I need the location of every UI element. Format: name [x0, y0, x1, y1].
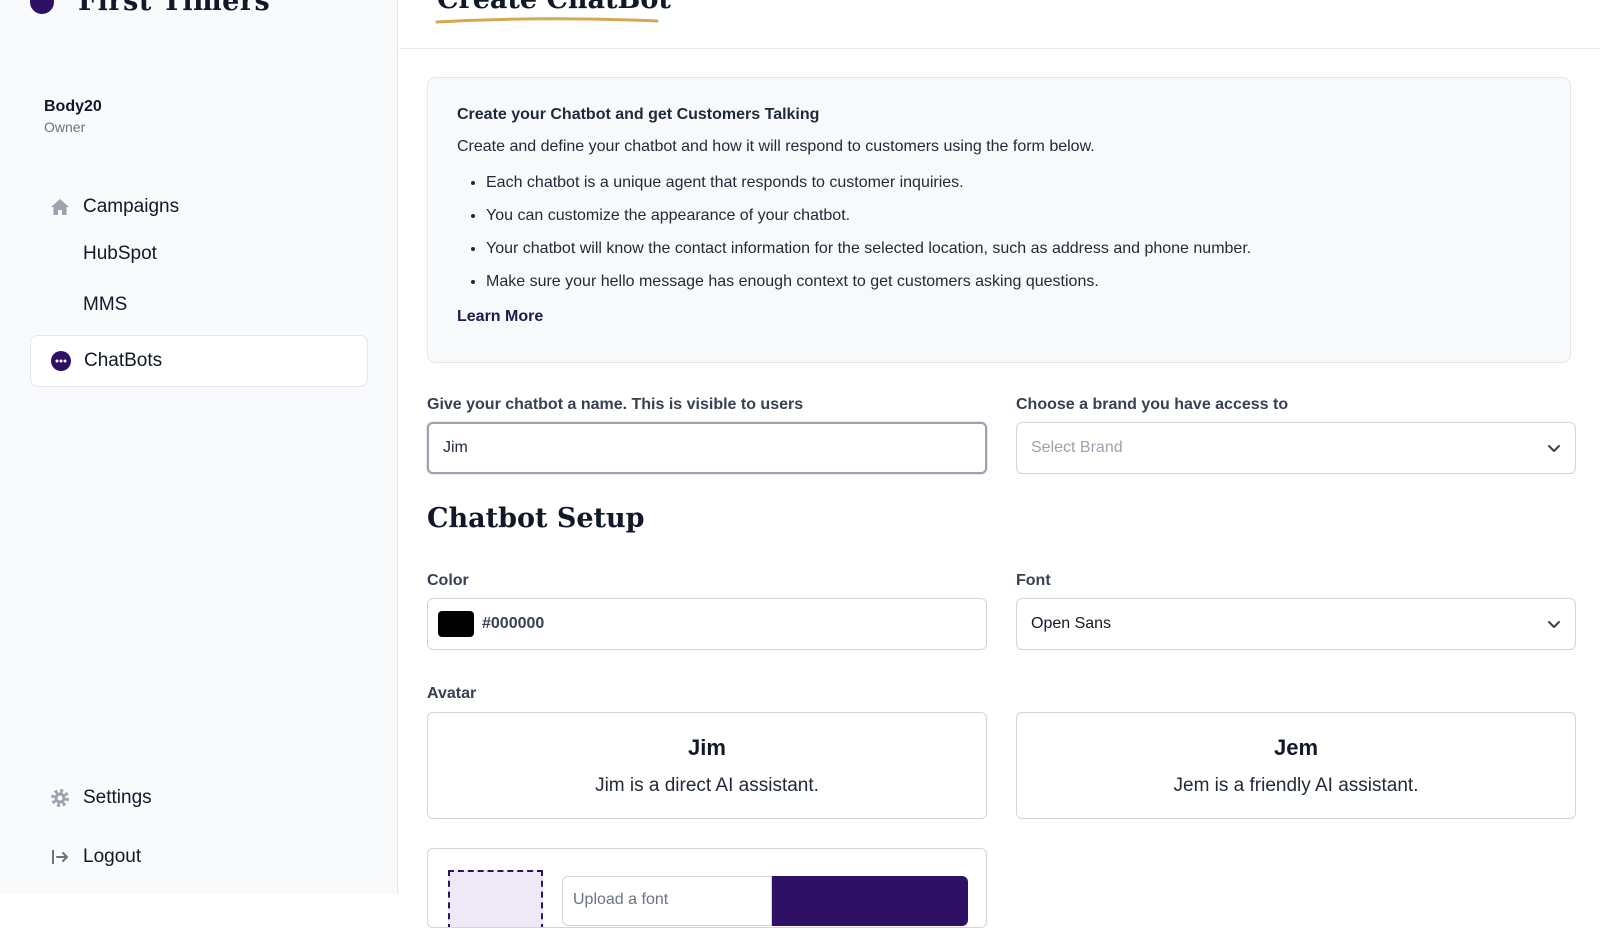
gear-icon — [50, 788, 70, 808]
title-underline — [435, 17, 659, 24]
font-label: Font — [1016, 572, 1051, 589]
chevron-down-icon — [1548, 445, 1560, 452]
avatar-option-jem[interactable]: Jem Jem is a friendly AI assistant. — [1016, 712, 1576, 819]
sidebar-item-label: Settings — [83, 787, 152, 808]
avatar-name: Jem — [1273, 735, 1319, 760]
sidebar-item-hubspot[interactable]: HubSpot — [30, 228, 368, 280]
info-panel: Create your Chatbot and get Customers Ta… — [427, 77, 1571, 363]
avatar-upload-card: Upload a font — [427, 848, 987, 928]
avatar-name: Jim — [688, 735, 726, 760]
upload-button[interactable] — [772, 876, 968, 926]
color-swatch[interactable] — [438, 611, 474, 637]
color-value: #000000 — [482, 615, 545, 632]
sidebar-item-label: Logout — [83, 846, 142, 867]
color-label: Color — [427, 572, 469, 589]
avatar-upload-preview[interactable] — [448, 870, 543, 927]
avatar-description: Jem is a friendly AI assistant. — [1173, 775, 1419, 796]
sidebar-item-label: ChatBots — [84, 350, 163, 371]
brand-select-label: Choose a brand you have access to — [1016, 396, 1289, 413]
chatbot-setup-title: Chatbot Setup — [427, 503, 645, 534]
user-profile: Body20 Owner — [44, 98, 102, 135]
sidebar-item-campaigns[interactable]: Campaigns — [30, 181, 368, 233]
brand-select-placeholder: Select Brand — [1031, 439, 1123, 456]
list-item: You can customize the appearance of your… — [486, 199, 1541, 232]
brand-logo-icon — [30, 0, 54, 14]
font-value: Open Sans — [1031, 615, 1112, 632]
sidebar: First Timers Body20 Owner Campaigns HubS… — [0, 0, 398, 894]
home-icon — [50, 197, 70, 217]
info-title: Create your Chatbot and get Customers Ta… — [457, 106, 820, 123]
sidebar-item-label: MMS — [83, 294, 128, 315]
list-item: Make sure your hello message has enough … — [486, 265, 1541, 298]
info-description: Create and define your chatbot and how i… — [457, 138, 1095, 155]
learn-more-link[interactable]: Learn More — [457, 308, 543, 326]
chatbot-name-label: Give your chatbot a name. This is visibl… — [427, 396, 804, 413]
sidebar-item-label: HubSpot — [83, 243, 157, 264]
info-list: Each chatbot is a unique agent that resp… — [457, 166, 1541, 298]
sidebar-item-chatbots[interactable]: ChatBots — [30, 335, 368, 387]
list-item: Your chatbot will know the contact infor… — [486, 232, 1541, 265]
brand-name: First Timers — [78, 0, 271, 17]
logout-icon — [50, 847, 70, 867]
user-name: Body20 — [44, 98, 102, 115]
chatbot-name-input[interactable]: Jim — [427, 422, 987, 474]
avatar-label: Avatar — [427, 685, 477, 702]
sidebar-item-mms[interactable]: MMS — [30, 279, 368, 331]
user-role: Owner — [44, 119, 86, 135]
sidebar-item-label: Campaigns — [83, 196, 180, 217]
avatar-description: Jim is a direct AI assistant. — [595, 775, 819, 796]
font-select[interactable]: Open Sans — [1016, 598, 1576, 650]
page-header: Create ChatBot — [399, 0, 1600, 49]
brand-logo[interactable]: First Timers — [30, 0, 270, 17]
brand-select[interactable]: Select Brand — [1016, 422, 1576, 474]
main-content: Create ChatBot Create your Chatbot and g… — [399, 0, 1600, 928]
upload-input[interactable]: Upload a font — [562, 876, 772, 926]
avatar-option-jim[interactable]: Jim Jim is a direct AI assistant. — [427, 712, 987, 819]
page-title: Create ChatBot — [437, 0, 671, 15]
chatbot-name-value: Jim — [443, 439, 468, 456]
color-picker-input[interactable]: #000000 — [427, 598, 987, 650]
chevron-down-icon — [1548, 621, 1560, 628]
sidebar-item-logout[interactable]: Logout — [30, 831, 368, 883]
sidebar-item-settings[interactable]: Settings — [30, 772, 368, 824]
chat-bubble-icon — [51, 351, 71, 371]
list-item: Each chatbot is a unique agent that resp… — [486, 166, 1541, 199]
